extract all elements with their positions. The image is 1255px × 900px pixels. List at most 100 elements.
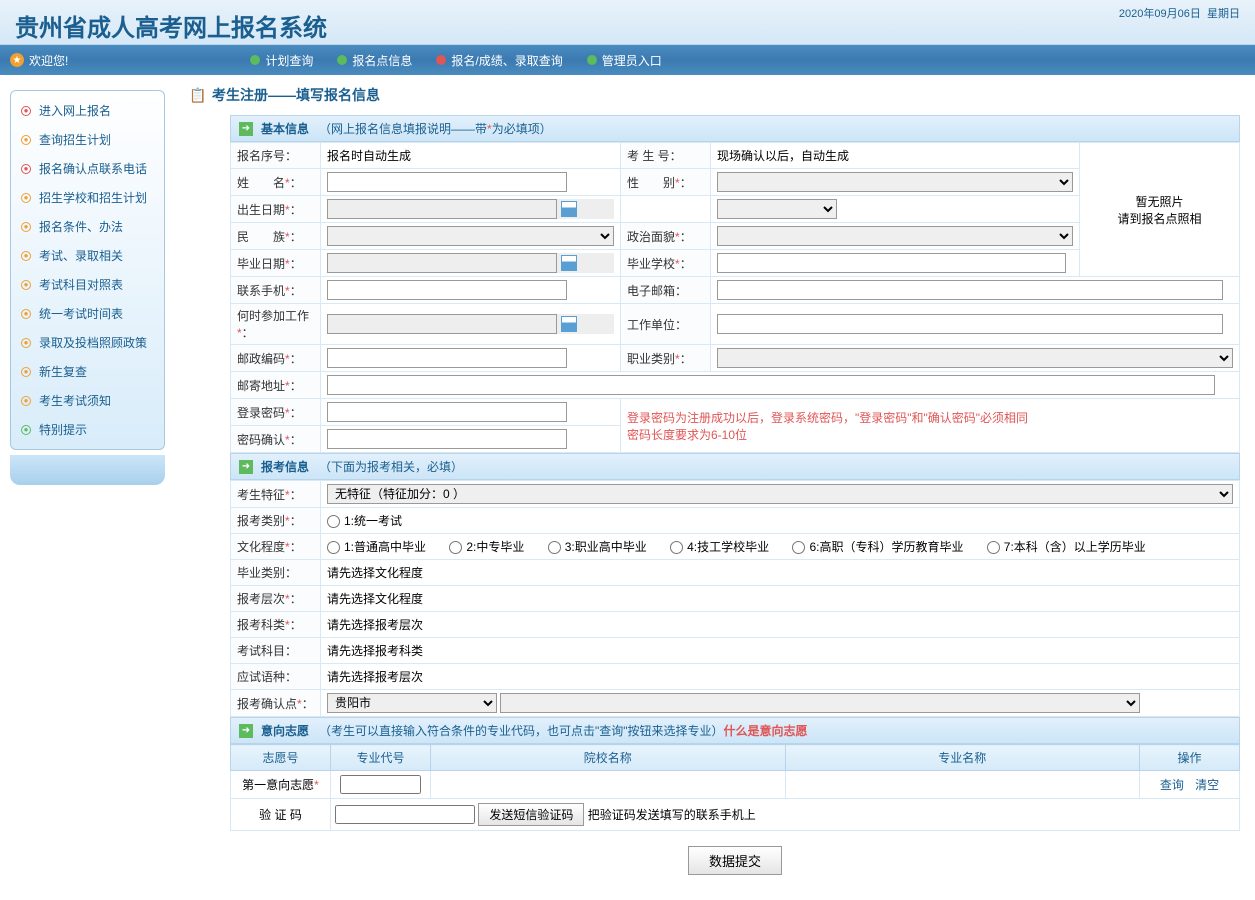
vol-col-op: 操作 xyxy=(1140,745,1240,771)
clear-link[interactable]: 清空 xyxy=(1195,778,1219,792)
edu-opt-3[interactable]: 3:职业高中毕业 xyxy=(548,540,647,554)
sidebar-item-subject-table[interactable]: ●考试科目对照表 xyxy=(11,270,164,299)
email-input[interactable] xyxy=(717,280,1223,300)
pwd2-label: 密码确认*： xyxy=(231,426,321,453)
pwd-input[interactable] xyxy=(327,402,567,422)
exam-cat-options: 1:统一考试 xyxy=(321,508,1240,534)
sidebar-item-time-table[interactable]: ●统一考试时间表 xyxy=(11,299,164,328)
feature-label: 考生特征*： xyxy=(231,481,321,508)
sidebar-item-query-plan[interactable]: ●查询招生计划 xyxy=(11,125,164,154)
feature-select[interactable]: 无特征（特征加分：0 ） xyxy=(327,484,1233,504)
sidebar: ●进入网上报名 ●查询招生计划 ●报名确认点联系电话 ●招生学校和招生计划 ●报… xyxy=(0,75,175,900)
work-unit-input[interactable] xyxy=(717,314,1223,334)
edu-opt-4[interactable]: 4:技工学校毕业 xyxy=(670,540,769,554)
exam-subj-label: 考试科目： xyxy=(231,638,321,664)
edu-options: 1:普通高中毕业 2:中专毕业 3:职业高中毕业 4:技工学校毕业 6:高职（专… xyxy=(321,534,1240,560)
header-date: 2020年09月06日 星期日 xyxy=(1119,5,1240,21)
lang-hint: 请先选择报考层次 xyxy=(321,664,1240,690)
sidebar-item-contact[interactable]: ●报名确认点联系电话 xyxy=(11,154,164,183)
edu-opt-2[interactable]: 2:中专毕业 xyxy=(449,540,524,554)
name-label: 姓 名*： xyxy=(231,169,321,196)
sidebar-item-special[interactable]: ●特别提示 xyxy=(11,415,164,444)
political-label: 政治面貌*： xyxy=(621,223,711,250)
sidebar-item-schools[interactable]: ●招生学校和招生计划 xyxy=(11,183,164,212)
lang-label: 应试语种： xyxy=(231,664,321,690)
bullet-icon: ● xyxy=(21,309,31,319)
grad-school-label: 毕业学校*： xyxy=(621,250,711,277)
dot-icon xyxy=(587,55,597,65)
confirm-pt-select-2[interactable] xyxy=(500,693,1140,713)
pwd-label: 登录密码*： xyxy=(231,399,321,426)
what-is-volunteer-link[interactable]: 什么是意向志愿 xyxy=(724,722,808,739)
photo-placeholder: 暂无照片 请到报名点照相 xyxy=(1080,143,1240,277)
confirm-pt-select-1[interactable]: 贵阳市 xyxy=(327,693,497,713)
verify-code-input[interactable] xyxy=(335,805,475,824)
bullet-icon: ● xyxy=(21,338,31,348)
calendar-icon[interactable] xyxy=(561,255,577,271)
phone-input[interactable] xyxy=(327,280,567,300)
birth-extra-select[interactable] xyxy=(717,199,837,219)
level-hint: 请先选择文化程度 xyxy=(321,586,1240,612)
sidebar-item-review[interactable]: ●新生复查 xyxy=(11,357,164,386)
school-cell xyxy=(431,771,786,799)
bullet-icon: ● xyxy=(21,280,31,290)
addr-input[interactable] xyxy=(327,375,1215,395)
work-unit-label: 工作单位： xyxy=(621,304,711,345)
zip-input[interactable] xyxy=(327,348,567,368)
job-type-select[interactable] xyxy=(717,348,1233,368)
section-exam-header: ➜ 报考信息 （下面为报考相关，必填） xyxy=(230,453,1240,480)
query-link[interactable]: 查询 xyxy=(1160,778,1184,792)
calendar-icon[interactable] xyxy=(561,316,577,332)
nav-item-score-query[interactable]: 报名/成绩、录取查询 xyxy=(424,52,574,69)
volunteer-table: 志愿号 专业代号 院校名称 专业名称 操作 第一意向志愿* 查询 清空 xyxy=(230,744,1240,831)
zip-label: 邮政编码*： xyxy=(231,345,321,372)
calendar-icon[interactable] xyxy=(561,201,577,217)
sidebar-item-notice[interactable]: ●考生考试须知 xyxy=(11,386,164,415)
exam-cat-opt1[interactable]: 1:统一考试 xyxy=(327,514,402,528)
subject-label: 报考科类*： xyxy=(231,612,321,638)
birth-input[interactable] xyxy=(327,199,557,219)
pwd2-input[interactable] xyxy=(327,429,567,449)
user-icon: ★ xyxy=(10,53,24,67)
bullet-icon: ● xyxy=(21,106,31,116)
subject-hint: 请先选择报考层次 xyxy=(321,612,1240,638)
dot-icon xyxy=(436,55,446,65)
grad-school-input[interactable] xyxy=(717,253,1066,273)
work-date-input[interactable] xyxy=(327,314,557,334)
edu-opt-7[interactable]: 7:本科（含）以上学历毕业 xyxy=(987,540,1146,554)
major-code-input[interactable] xyxy=(340,775,422,794)
nation-select[interactable] xyxy=(327,226,614,246)
sidebar-item-conditions[interactable]: ●报名条件、办法 xyxy=(11,212,164,241)
gender-select[interactable] xyxy=(717,172,1073,192)
sidebar-item-enter-reg[interactable]: ●进入网上报名 xyxy=(11,96,164,125)
form-icon: 📋 xyxy=(190,87,206,103)
exam-subj-hint: 请先选择报考科类 xyxy=(321,638,1240,664)
verify-row: 验 证 码 发送短信验证码 把验证码发送填写的联系手机上 xyxy=(231,799,1240,831)
stu-no-value: 现场确认以后，自动生成 xyxy=(711,143,1080,169)
grad-date-label: 毕业日期*： xyxy=(231,250,321,277)
vol-col-no: 志愿号 xyxy=(231,745,331,771)
edu-opt-6[interactable]: 6:高职（专科）学历教育毕业 xyxy=(792,540,963,554)
submit-button[interactable]: 数据提交 xyxy=(688,846,782,875)
nav-item-reg-point[interactable]: 报名点信息 xyxy=(325,52,424,69)
nav-bar: ★ 欢迎您! 计划查询 报名点信息 报名/成绩、录取查询 管理员入口 xyxy=(0,45,1255,75)
arrow-icon: ➜ xyxy=(239,460,253,474)
nav-item-plan-query[interactable]: 计划查询 xyxy=(238,52,325,69)
nav-item-admin[interactable]: 管理员入口 xyxy=(575,52,674,69)
edu-opt-1[interactable]: 1:普通高中毕业 xyxy=(327,540,426,554)
bullet-icon: ● xyxy=(21,396,31,406)
verify-label: 验 证 码 xyxy=(231,799,331,831)
sidebar-item-exam-admit[interactable]: ●考试、录取相关 xyxy=(11,241,164,270)
grad-date-input[interactable] xyxy=(327,253,557,273)
section-basic-header: ➜ 基本信息 （网上报名信息填报说明——带*为必填项） xyxy=(230,115,1240,142)
send-sms-button[interactable]: 发送短信验证码 xyxy=(478,803,584,826)
grad-type-label: 毕业类别： xyxy=(231,560,321,586)
name-input[interactable] xyxy=(327,172,567,192)
phone-label: 联系手机*： xyxy=(231,277,321,304)
political-select[interactable] xyxy=(717,226,1073,246)
sidebar-item-policy[interactable]: ●录取及投档照顾政策 xyxy=(11,328,164,357)
sidebar-decoration xyxy=(10,455,165,485)
bullet-icon: ● xyxy=(21,164,31,174)
grad-type-hint: 请先选择文化程度 xyxy=(321,560,1240,586)
exam-info-table: 考生特征*： 无特征（特征加分：0 ） 报考类别*： 1:统一考试 文化程度*：… xyxy=(230,480,1240,717)
